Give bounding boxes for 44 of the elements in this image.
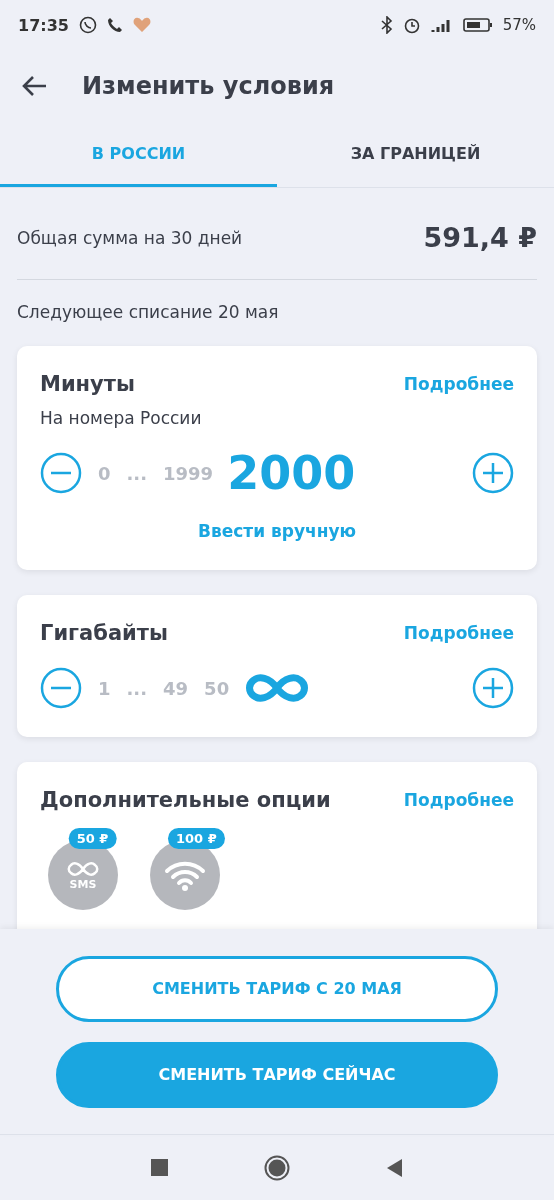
plus-button[interactable] [472,452,514,494]
bluetooth-icon [380,16,393,34]
phone-icon [106,17,123,33]
status-time: 17:35 [18,15,69,35]
option-label: SMS [69,877,97,891]
card-title: Гигабайты [40,621,168,645]
price-badge: 100 ₽ [168,828,225,849]
details-link[interactable]: Подробнее [403,623,514,643]
card-title: Дополнительные опции [40,788,331,812]
heart-icon [132,17,151,33]
selected-value: 2000 [227,446,356,500]
change-tariff-button[interactable]: СМЕНИТЬ ТАРИФ С 20 МАЯ [56,955,498,1022]
step-value: 50 [204,677,230,699]
change-tariff-button[interactable]: СМЕНИТЬ ТАРИФ СЕЙЧАС [56,1041,498,1108]
infinity-icon [66,859,100,878]
step-value: 1999 [163,462,214,484]
home-button[interactable] [264,1154,290,1181]
tab[interactable]: В РОССИИ [0,122,277,187]
total-amount: 591,4 ₽ [423,222,537,253]
back-button[interactable] [22,75,48,97]
battery-icon [462,17,493,33]
plus-button[interactable] [472,667,514,709]
signal-icon [430,17,453,33]
total-label: Общая сумма на 30 дней [17,227,243,248]
minus-button[interactable] [40,667,82,709]
back-nav-button[interactable] [385,1157,403,1178]
tab[interactable]: ЗА ГРАНИЦЕЙ [277,122,554,187]
step-value: ... [126,462,148,484]
details-link[interactable]: Подробнее [403,790,514,810]
next-charge-text: Следующее списание 20 мая [17,302,279,322]
page-title: Изменить условия [82,72,335,100]
step-value: 0 [98,462,111,484]
recents-button[interactable] [151,1158,169,1177]
price-badge: 50 ₽ [68,828,117,849]
manual-entry-button[interactable]: Ввести вручную [191,520,362,542]
wifi-icon [164,859,206,891]
step-value: ... [126,677,148,699]
minus-button[interactable] [40,452,82,494]
step-value: 49 [163,677,189,699]
battery-percent: 57% [502,16,536,34]
details-link[interactable]: Подробнее [403,374,514,394]
step-value: 1 [98,677,111,699]
card-subtitle: На номера России [40,408,203,428]
card-title: Минуты [40,372,135,396]
